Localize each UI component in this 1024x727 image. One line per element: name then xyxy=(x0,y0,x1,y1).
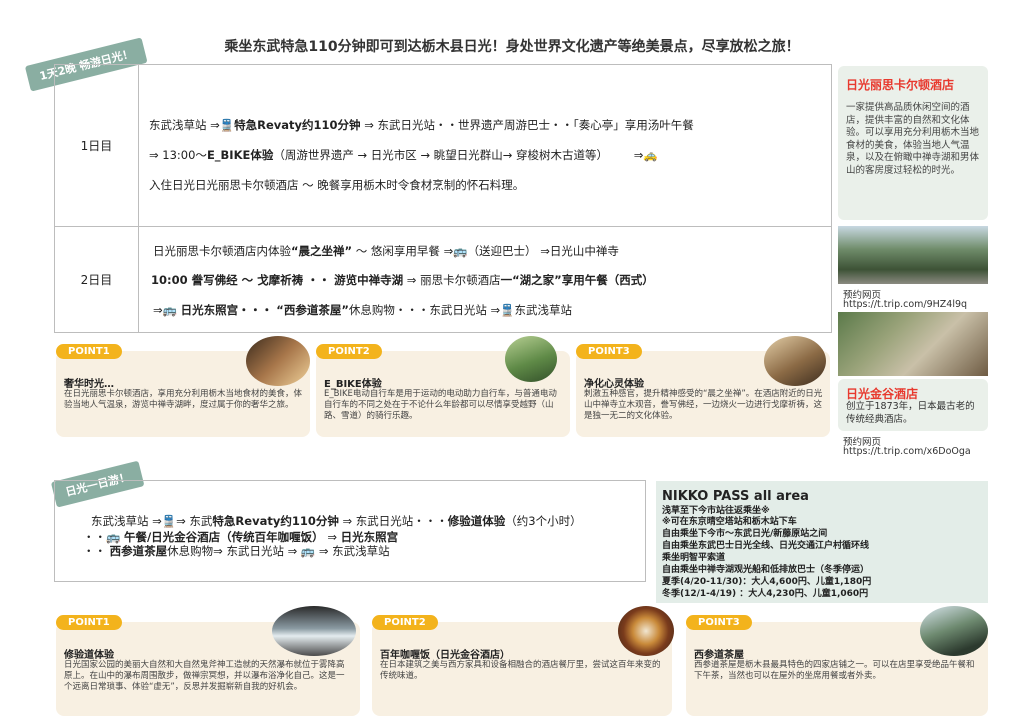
page-headline: 乘坐东武特急110分钟即可到达栃木县日光！身处世界文化遗产等绝美景点，尽享放松之… xyxy=(224,39,800,55)
nikko-pass-title: NIKKO PASS all area xyxy=(662,489,809,504)
oneday-line3: ・・ 西参道茶屋休息购物⇒ 东武日光站 ⇒ 🚌 ⇒ 东武浅草站 xyxy=(83,543,390,559)
oneday-line2-toshogu: 日光东照宫 xyxy=(340,530,399,544)
oneday-line3-start: ・・ xyxy=(83,544,106,558)
oneday-line2-start: ・・ xyxy=(83,530,106,544)
day2-line2-mid: ⇒ 丽思卡尔顿酒店 xyxy=(406,273,501,287)
point-title: 修验道体验 xyxy=(64,650,114,661)
day1-row: 1日目 东武浅草站 ⇒🚆特急Revaty约110分钟 ⇒ 东武日光站・・世界遗产… xyxy=(55,65,831,227)
point-title: 百年咖喱饭（日光金谷酒店） xyxy=(380,650,510,661)
point-badge: POINT1 xyxy=(56,615,122,630)
point-text: 日光国家公园的美丽大自然和大自然鬼斧神工造就的天然瀑布就位于雾降高原上。在山中的… xyxy=(64,660,345,692)
curry-photo xyxy=(618,606,674,656)
point-title: 净化心灵体验 xyxy=(584,379,644,390)
day2-line3-teahouse: “西参道茶屋” xyxy=(276,303,349,317)
point-text: 西参道茶屋是栃木县最具特色的四家店铺之一。可以在店里享受绝品午餐和下午茶，当然也… xyxy=(694,660,975,681)
day2-line3-mid: 休息购物・・・东武日光站 ⇒ xyxy=(348,303,501,317)
point-badge: POINT2 xyxy=(316,344,382,359)
pass-line: ※可在东京晴空塔站和栃木站下车 xyxy=(662,517,797,527)
day1-label: 1日目 xyxy=(55,65,139,226)
day1-line3: 入住日光日光丽思卡尔顿酒店 ～ 晚餐享用栃木时令食材烹制的怀石料理。 xyxy=(149,178,525,192)
oneday-line1-station: ⇒ 东武日光站・・・ xyxy=(342,514,448,528)
day2-line2-lunch: 一“湖之家”享用午餐（西式） xyxy=(500,273,654,287)
hotel1-box: 日光丽思卡尔顿酒店 一家提供高品质休闲空间的酒店，提供丰富的自然和文化体验。可以… xyxy=(838,66,988,220)
train-icon: 🚆 xyxy=(219,118,235,132)
day2-line3-toshogu: 日光东照宫・・・ xyxy=(180,303,273,317)
hotel1-photo xyxy=(838,226,988,284)
bus-icon: 🚌 xyxy=(106,530,121,544)
day2-line3-arrow: ⇒ xyxy=(153,303,163,317)
hotel1-desc: 一家提供高品质休闲空间的酒店，提供丰富的自然和文化体验。可以享用充分利用栃木当地… xyxy=(846,102,980,176)
hotel2-box: 日光金谷酒店 创立于1873年，日本最古老的传统经典酒店。 xyxy=(838,379,988,431)
hotel2-url[interactable]: https://t.trip.com/x6DoOga xyxy=(843,446,971,457)
oneday-line1-start: 东武浅草站 ⇒ xyxy=(91,514,162,528)
day1-line2-ebike: E_BIKE体验 xyxy=(206,148,274,162)
pass-line: 自由乘坐东武巴士日光全线、日光交通江户村循环线 xyxy=(662,541,870,551)
pass-price-summer: 夏季(4/20-11/30)：大人4,600円、儿童1,180円 xyxy=(662,577,872,587)
ebike-photo xyxy=(505,336,557,382)
day2-line1-rest: （送迎巴士） ⇒日光山中禅寺 xyxy=(467,244,619,258)
bus-icon: 🚌 xyxy=(453,244,468,258)
point-text: 在日本建筑之美与西方家具和设备相融合的酒店餐厅里，尝试这百年来变的传统味道。 xyxy=(380,660,661,681)
bus-icon: 🚌 xyxy=(300,544,316,558)
point-badge: POINT1 xyxy=(56,344,122,359)
oneday-line1-mid: ⇒ 东武 xyxy=(176,514,213,528)
day2-line1-mid: ～ 悠闲享用早餐 ⇒ xyxy=(355,244,454,258)
teahouse-photo xyxy=(920,606,988,656)
day1-line1-train: 特急Revaty约110分钟 xyxy=(234,118,361,132)
hotel2-photo xyxy=(838,312,988,376)
pass-price-winter: 冬季(12/1-4/19) ：大人4,230円、儿童1,060円 xyxy=(662,589,869,599)
oneday-line3-end: ⇒ 东武浅草站 xyxy=(318,544,390,558)
day2-line1: 日光丽思卡尔顿酒店内体验“晨之坐禅” ～ 悠闲享用早餐 ⇒🚌（送迎巴士） ⇒日光… xyxy=(153,243,619,259)
oneday-line1: 东武浅草站 ⇒🚆⇒ 东武特急Revaty约110分钟 ⇒ 东武日光站・・・修验道… xyxy=(91,513,582,529)
day1-line1: 东武浅草站 ⇒🚆特急Revaty约110分钟 ⇒ 东武日光站・・世界遗产周游巴士… xyxy=(149,117,694,133)
oneday-line1-train: 特急Revaty约110分钟 xyxy=(212,514,339,528)
day2-row: 2日目 日光丽思卡尔顿酒店内体验“晨之坐禅” ～ 悠闲享用早餐 ⇒🚌（送迎巴士）… xyxy=(55,227,831,332)
zen-temple-photo xyxy=(764,336,826,386)
pass-line: 自由乘坐中禅寺湖观光船和低排放巴士（冬季停运） xyxy=(662,565,870,575)
oneday-line3-teahouse: 西参道茶屋 xyxy=(109,544,168,558)
pass-line: 自由乘坐下今市～东武日光/新藤原站之间 xyxy=(662,529,828,539)
day1-line2: ⇒ 13:00～E_BIKE体验（周游世界遗产 → 日光市区 → 眺望日光群山→… xyxy=(149,147,658,163)
day1-line1-rest: ⇒ 东武日光站・・世界遗产周游巴士・・「奏心亭」享用汤叶午餐 xyxy=(364,118,694,132)
pass-line: 乘坐明智平索道 xyxy=(662,553,726,563)
point-title: 奢华时光… xyxy=(64,379,114,390)
day2-line3-end: 东武浅草站 xyxy=(514,303,573,317)
oneday-line1-shugendo: 修验道体验 xyxy=(447,514,506,528)
day2-label: 2日目 xyxy=(55,227,139,332)
day1-line1-start: 东武浅草站 ⇒ xyxy=(149,118,220,132)
day2-line1-zen: “晨之坐禅” xyxy=(291,244,353,258)
oneday-line1-duration: （约3个小时） xyxy=(505,514,582,528)
point-badge: POINT3 xyxy=(686,615,752,630)
hotel2-desc: 创立于1873年，日本最古老的传统经典酒店。 xyxy=(846,401,975,425)
point-title: E_BIKE体验 xyxy=(324,379,382,390)
waterfall-photo xyxy=(272,606,356,656)
oneday-line2-lunch: 午餐/日光金谷酒店（传统百年咖喱饭） xyxy=(123,530,324,544)
train-icon: 🚆 xyxy=(161,514,177,528)
day2-line2-start: 10:00 誊写佛经 ～ 戈摩祈祷 ・・ 游览中禅寺湖 xyxy=(151,273,404,287)
day2-line1-start: 日光丽思卡尔顿酒店内体验 xyxy=(153,244,291,258)
oneday-line2-arrow: ⇒ xyxy=(327,530,337,544)
day1-line2-rest: （周游世界遗产 → 日光市区 → 眺望日光群山→ 穿梭树木古道等） xyxy=(273,148,609,162)
point-text: 在日光丽思卡尔顿酒店，享用充分利用栃木当地食材的美食，体验当地人气温泉，游览中禅… xyxy=(64,389,303,410)
day2-line2: 10:00 誊写佛经 ～ 戈摩祈祷 ・・ 游览中禅寺湖 ⇒ 丽思卡尔顿酒店一“湖… xyxy=(151,272,654,288)
oneday-itinerary: 东武浅草站 ⇒🚆⇒ 东武特急Revaty约110分钟 ⇒ 东武日光站・・・修验道… xyxy=(54,480,646,582)
point-text: 刺激五种感官，提升精神感受的“晨之坐禅”。在酒店附近的日光山中禅寺立木观音，誊写… xyxy=(584,389,823,421)
nikko-pass-box: NIKKO PASS all area 浅草至下今市站往返乘坐※ ※可在东京晴空… xyxy=(656,481,988,603)
hotel-room-photo xyxy=(246,336,310,386)
taxi-icon: ⇒🚕 xyxy=(633,148,658,162)
point-badge: POINT2 xyxy=(372,615,438,630)
point-badge: POINT3 xyxy=(576,344,642,359)
train-icon: 🚆 xyxy=(500,303,515,317)
point-text: E_BIKE电动自行车是用于运动的电动助力自行车，与普通电动自行车的不同之处在于… xyxy=(324,389,557,421)
bus-icon: 🚌 xyxy=(162,303,177,317)
day1-line2-start: ⇒ 13:00～ xyxy=(149,148,207,162)
hotel1-name: 日光丽思卡尔顿酒店 xyxy=(846,78,955,92)
pass-line: 浅草至下今市站往返乘坐※ xyxy=(662,506,770,516)
point-title: 西参道茶屋 xyxy=(694,650,744,661)
itinerary-table: 1日目 东武浅草站 ⇒🚆特急Revaty约110分钟 ⇒ 东武日光站・・世界遗产… xyxy=(54,64,832,333)
oneday-line3-mid: 休息购物⇒ 东武日光站 ⇒ xyxy=(167,544,298,558)
day2-line3: ⇒🚌 日光东照宫・・・ “西参道茶屋”休息购物・・・东武日光站 ⇒🚆东武浅草站 xyxy=(153,302,572,318)
hotel1-url[interactable]: https://t.trip.com/9HZ4l9q xyxy=(843,299,967,310)
